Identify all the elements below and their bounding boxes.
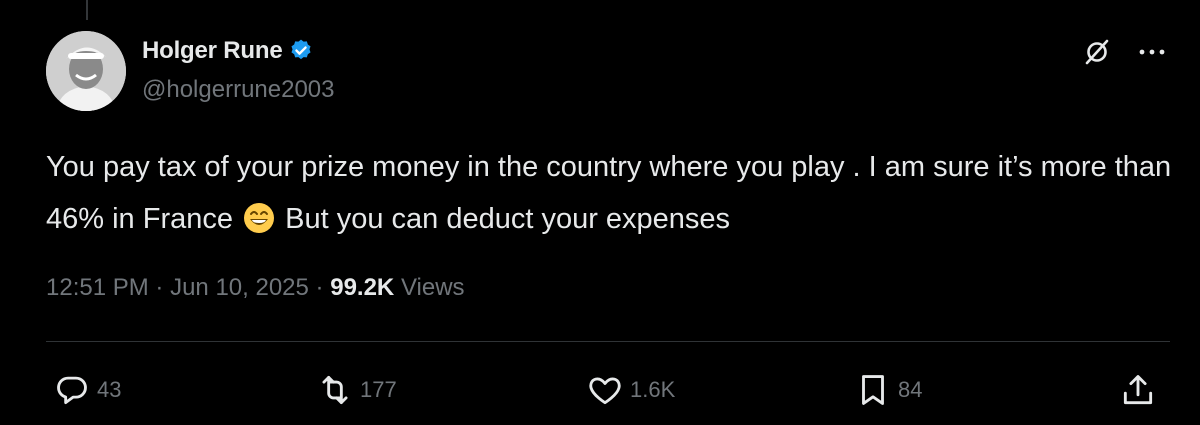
tweet-text-part2: But you can deduct your expenses [277, 203, 731, 235]
meta-separator: · [315, 274, 331, 301]
thread-line [86, 0, 88, 20]
divider [46, 341, 1170, 342]
like-count: 1.6K [630, 377, 676, 402]
share-button[interactable] [1119, 370, 1157, 410]
share-icon [1123, 375, 1153, 405]
verified-badge-icon [291, 39, 312, 60]
reply-button[interactable]: 43 [53, 370, 121, 410]
views-label: Views [400, 274, 465, 301]
avatar[interactable] [46, 31, 126, 111]
author-display-name[interactable]: Holger Rune [142, 37, 283, 65]
tweet-date[interactable]: Jun 10, 2025 [170, 274, 309, 301]
avatar-image [46, 31, 126, 111]
bookmark-button[interactable]: 84 [854, 370, 922, 410]
reply-icon [57, 376, 87, 405]
more-options-icon[interactable] [1135, 38, 1169, 66]
tweet-time[interactable]: 12:51 PM [46, 274, 149, 301]
bookmark-icon [862, 375, 884, 405]
tweet-text: You pay tax of your prize money in the c… [46, 141, 1176, 245]
reply-count: 43 [97, 377, 122, 402]
author-name-row: Holger Rune [142, 36, 314, 66]
like-button[interactable]: 1.6K [586, 370, 675, 410]
repost-count: 177 [360, 377, 397, 402]
tweet-meta: 12:51 PM · Jun 10, 2025 · 99.2K Views [46, 274, 465, 302]
grinning-face-emoji-icon [244, 203, 275, 233]
heart-icon [589, 377, 621, 405]
meta-separator: · [155, 274, 171, 301]
bookmark-count: 84 [898, 377, 923, 402]
views-count: 99.2K [330, 274, 395, 301]
author-handle[interactable]: @holgerrune2003 [142, 76, 335, 104]
repost-icon [322, 375, 348, 405]
repost-button[interactable]: 177 [316, 370, 397, 410]
grok-icon[interactable] [1083, 38, 1111, 66]
